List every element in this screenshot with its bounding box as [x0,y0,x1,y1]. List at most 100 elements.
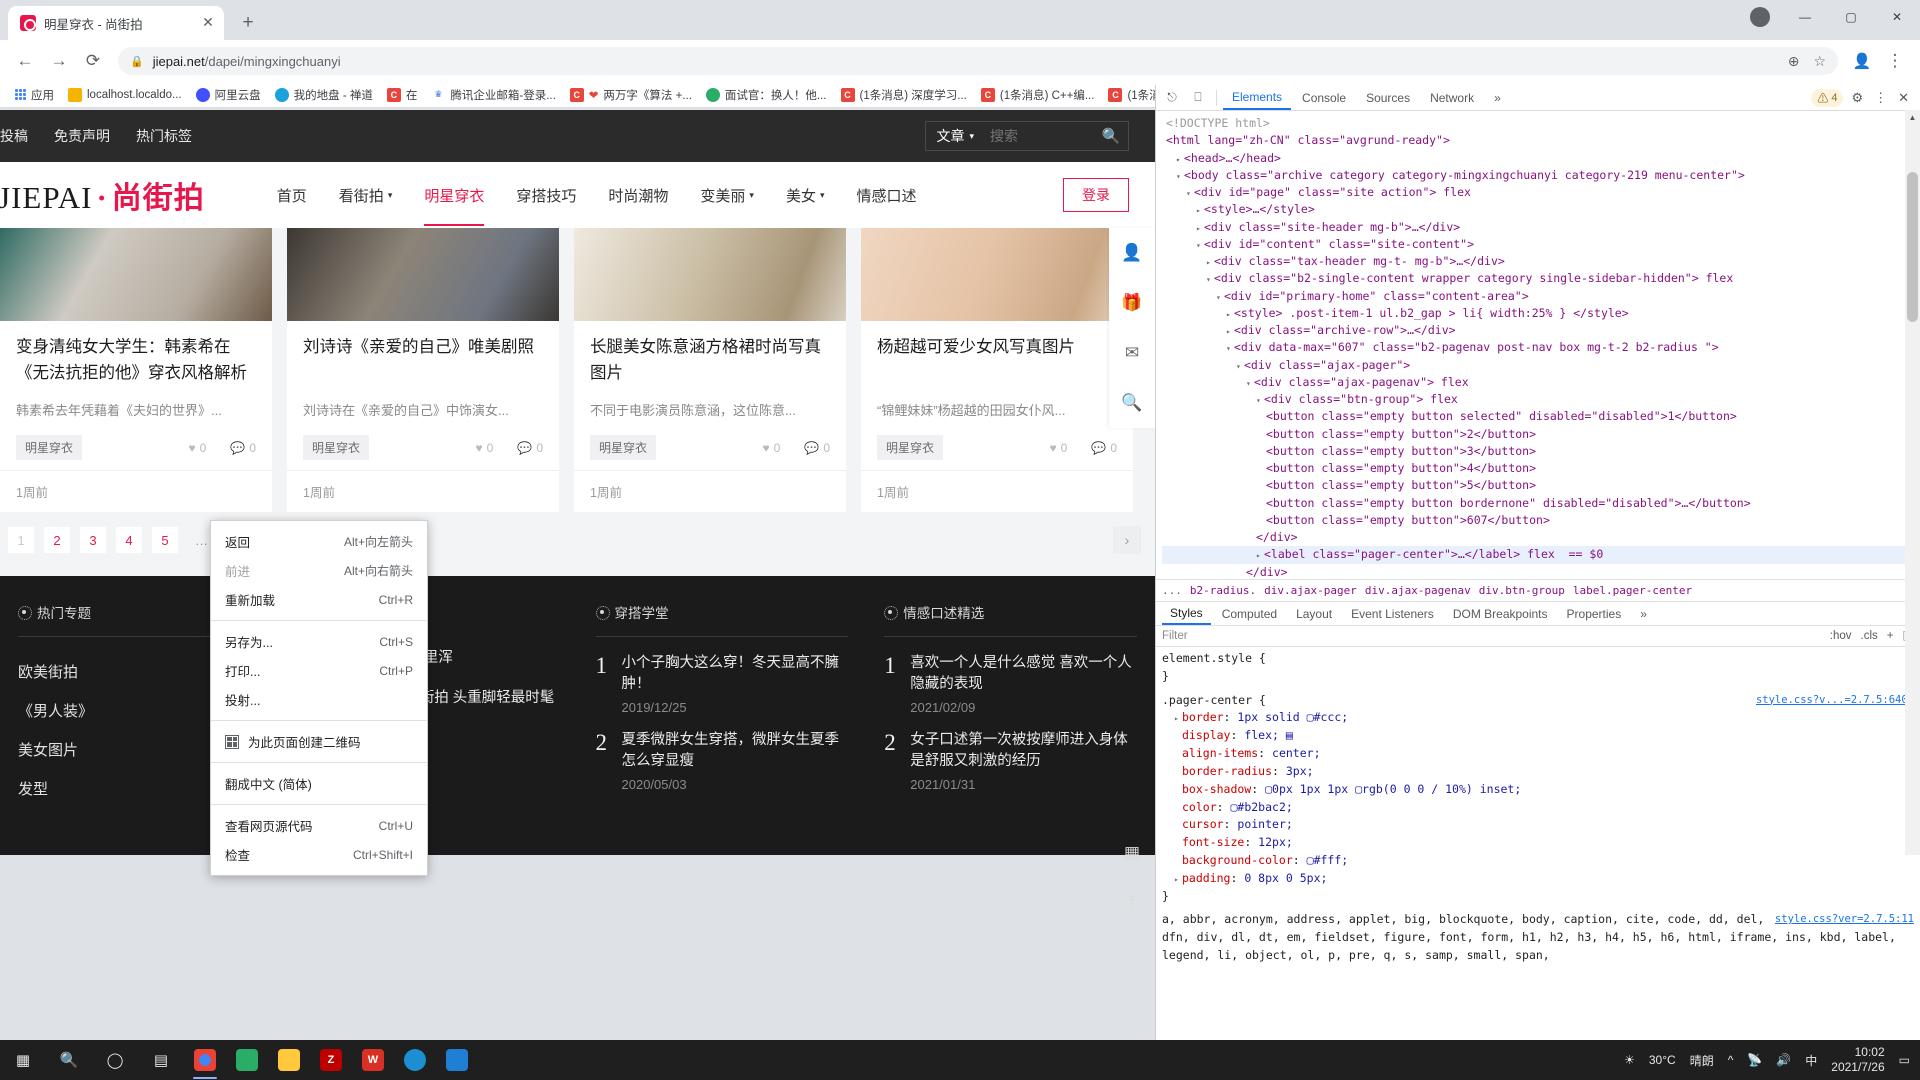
inspect-cursor-icon[interactable]: ⎋ [1160,87,1184,109]
like-count[interactable]: ♥ 0 [476,441,494,455]
styles-filter-input[interactable]: Filter [1162,630,1188,642]
context-menu-reload[interactable]: 重新加载 Ctrl+R [211,585,427,614]
dom-line[interactable]: <!DOCTYPE html> [1162,115,1920,132]
article-tag[interactable]: 明星穿衣 [590,435,657,460]
css-declaration[interactable]: ▸ border: 1px solid ▢#ccc; [1162,709,1914,727]
dom-line[interactable]: ▾ <div id="page" class="site action"> fle… [1162,184,1920,201]
comment-count[interactable]: 💬 0 [517,441,543,455]
ime-indicator[interactable]: 中 [1805,1052,1817,1069]
new-tab-button[interactable]: + [234,9,262,37]
search-icon[interactable]: 🔍 [1094,121,1128,151]
devtools-close-icon[interactable]: ✕ [1895,90,1912,106]
hov-toggle[interactable]: :hov [1830,630,1852,642]
dom-line[interactable]: ▾ <body class="archive category category-… [1162,167,1920,184]
dom-line[interactable]: </div> [1162,564,1920,580]
devtools-more-icon[interactable]: ⋮ [1871,90,1890,106]
maximize-button[interactable]: ▢ [1828,0,1874,34]
footer-rank-item[interactable]: 2 女子口述第一次被按摩师进入身体是舒服又刺激的经历 2021/01/31 [884,730,1137,792]
computed-tab[interactable]: Computed [1214,604,1285,624]
tab-close-icon[interactable]: ✕ [200,15,216,31]
weather-condition[interactable]: 晴朗 [1690,1052,1714,1069]
windows-start-icon[interactable]: ▦ [0,1040,46,1080]
new-style-rule-button[interactable]: + [1887,630,1894,642]
event-listeners-tab[interactable]: Event Listeners [1343,604,1442,624]
user-icon[interactable]: 👤 [1109,228,1155,278]
context-menu-translate[interactable]: 翻成中文 (简体) [211,769,427,798]
like-count[interactable]: ♥ 0 [1050,441,1068,455]
dom-line[interactable]: ▸ <style>…</style> [1162,201,1920,218]
styles-tab[interactable]: Styles [1162,603,1211,625]
article-tag[interactable]: 明星穿衣 [303,435,370,460]
article-title[interactable]: 杨超越可爱少女风写真图片 [877,335,1117,387]
dom-line[interactable]: <button class="empty button">3</button> [1162,443,1920,460]
article-thumbnail[interactable] [287,228,559,321]
dom-line[interactable]: ▾ <div class="btn-group"> flex [1162,391,1920,408]
footer-rank-item[interactable]: 1 小个子胸大这么穿！冬天显高不臃肿！ 2019/12/25 [596,653,849,715]
breadcrumb-item[interactable]: div.ajax-pagenav [1365,584,1471,597]
breadcrumb-item[interactable]: ... [1162,584,1182,597]
page-button-5[interactable]: 5 [152,527,178,553]
taskbar-search-icon[interactable]: 🔍 [46,1040,92,1080]
bookmark-item[interactable]: C ❤ 两万字《算法 +... [563,85,699,105]
bookmark-apps[interactable]: 应用 [8,85,61,105]
nav-item-home[interactable]: 首页 [277,179,307,212]
taskbar-clock[interactable]: 10:02 2021/7/26 [1831,1045,1884,1075]
scroll-up-arrow[interactable]: ▲ [1905,110,1920,125]
context-menu-cast[interactable]: 投射... [211,685,427,714]
volume-icon[interactable]: 🔊 [1776,1053,1791,1067]
dom-line[interactable]: <button class="empty button">4</button> [1162,460,1920,477]
css-source-link[interactable]: style.css?v...=2.7.5:6402 [1756,692,1914,708]
rank-title[interactable]: 小个子胸大这么穿！冬天显高不臃肿！ [622,655,840,692]
zoom-icon[interactable]: ⊕ [1788,53,1800,70]
dom-line[interactable]: ▾ <div class="ajax-pagenav"> flex [1162,374,1920,391]
dom-line[interactable]: ▸ <div class="archive-row">…</div> [1162,322,1920,339]
bookmark-star-icon[interactable]: ☆ [1813,53,1826,70]
dom-line[interactable]: ▾ <div id="content" class="site-content"> [1162,236,1920,253]
tray-overflow-icon[interactable]: ^ [1728,1053,1734,1067]
nav-item-celebrity[interactable]: 明星穿衣 [424,179,485,226]
pager-next-button[interactable]: › [1113,526,1141,554]
weather-icon[interactable]: ☀ [1624,1053,1635,1067]
network-icon[interactable]: 📡 [1747,1053,1762,1067]
nav-item-emotion[interactable]: 情感口述 [856,179,916,212]
dom-line[interactable]: <button class="empty button">2</button> [1162,426,1920,443]
scrollbar-thumb[interactable] [1907,172,1918,322]
taskbar-app-filezilla[interactable]: Z [310,1040,352,1080]
tab-console[interactable]: Console [1293,87,1355,109]
minimize-button[interactable]: — [1782,0,1828,34]
comment-count[interactable]: 💬 0 [230,441,256,455]
qrcode-icon[interactable]: ▦ [1109,828,1155,878]
page-button-4[interactable]: 4 [116,527,142,553]
css-rule[interactable]: element.style { } [1162,650,1914,686]
taskbar-app-wps[interactable]: W [352,1040,394,1080]
forward-button[interactable]: → [44,46,74,76]
dom-line[interactable]: ▸ <head>…</head> [1162,150,1920,167]
context-menu-back[interactable]: 返回 Alt+向左箭头 [211,527,427,556]
dom-line[interactable]: <button class="empty button">607</button… [1162,512,1920,529]
nav-item-girls[interactable]: 美女 ▾ [786,179,825,212]
nav-item-tips[interactable]: 穿搭技巧 [516,179,576,212]
article-title[interactable]: 刘诗诗《亲爱的自己》唯美剧照 [303,335,543,387]
tab-elements[interactable]: Elements [1223,86,1292,110]
dom-line[interactable]: ▾ <div id="primary-home" class="content-a… [1162,288,1920,305]
article-card[interactable]: 长腿美女陈意涵方格裙时尚写真图片 不同于电影演员陈意涵，这位陈意... 明星穿衣… [574,228,846,512]
login-button[interactable]: 登录 [1063,178,1129,212]
rank-title[interactable]: 女子口述第一次被按摩师进入身体是舒服又刺激的经历 [910,732,1128,769]
breadcrumb-item[interactable]: label.pager-center [1573,584,1692,597]
article-thumbnail[interactable] [0,228,272,321]
dom-line-selected[interactable]: ▸ <label class="pager-center">…</label> f… [1162,546,1920,564]
article-title[interactable]: 长腿美女陈意涵方格裙时尚写真图片 [590,335,830,387]
search-category-select[interactable]: 文章 ▾ [926,126,984,146]
dom-line[interactable]: <button class="empty button selected" di… [1162,408,1920,425]
dom-line[interactable]: ▸ <div class="site-header mg-b">…</div> [1162,219,1920,236]
article-card[interactable]: 刘诗诗《亲爱的自己》唯美剧照 刘诗诗在《亲爱的自己》中饰演女... 明星穿衣 ♥… [287,228,559,512]
weather-temperature[interactable]: 30°C [1649,1053,1676,1067]
page-scrollbar[interactable]: ▲ [1905,110,1920,855]
css-declaration[interactable]: display: flex; ▤ [1162,727,1914,745]
dom-line[interactable]: <html lang="zh-CN" class="avgrund-ready"… [1162,132,1920,149]
dom-line[interactable]: <button class="empty button">5</button> [1162,477,1920,494]
back-to-top-icon[interactable]: ⤒ [1109,878,1155,928]
nav-item-trend[interactable]: 时尚潮物 [608,179,668,212]
search-icon[interactable]: 🔍 [1109,378,1155,428]
tab-network[interactable]: Network [1421,87,1483,109]
